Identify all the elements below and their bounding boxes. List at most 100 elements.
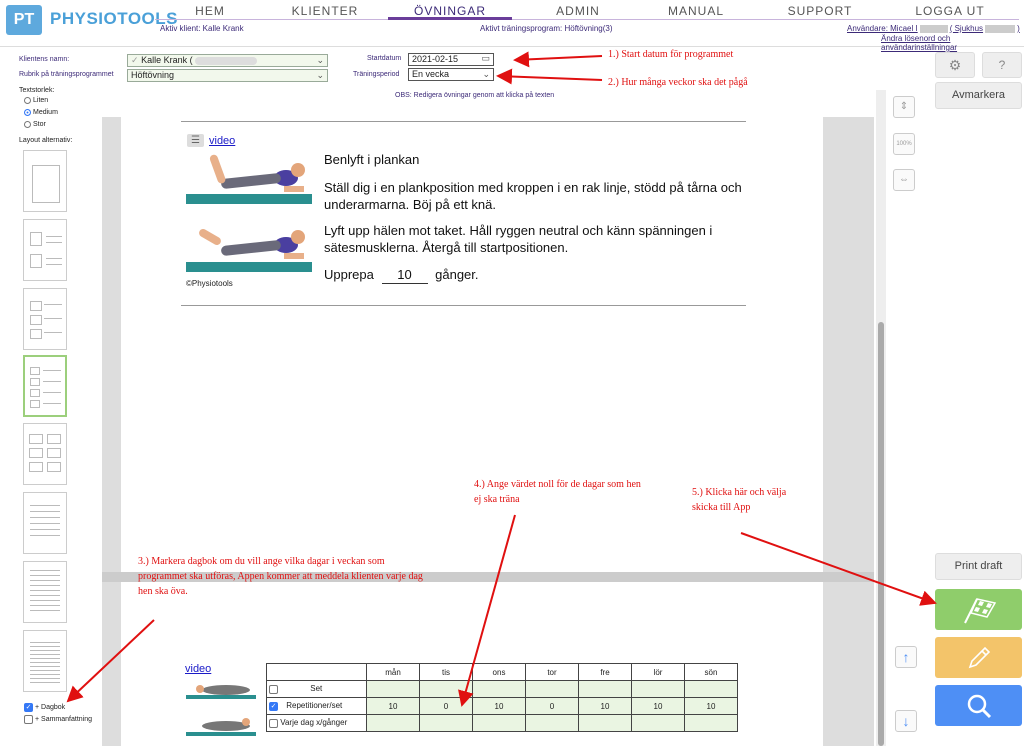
period-select[interactable]: En vecka ⌄	[408, 68, 494, 81]
layout-option-2[interactable]	[23, 219, 67, 281]
table-corner	[266, 663, 367, 681]
checkbox-icon[interactable]	[269, 684, 278, 694]
calendar-icon[interactable]: ▭	[481, 53, 490, 64]
row-label: Set	[310, 684, 323, 694]
nav-logga-ut[interactable]: LOGGA UT	[890, 4, 1010, 18]
client-name-value: Kalle Krank (	[141, 55, 193, 65]
table-cell[interactable]: 10	[684, 697, 738, 715]
divider	[181, 305, 746, 306]
layout-option-3[interactable]	[23, 288, 67, 350]
edit-button[interactable]	[935, 637, 1022, 678]
print-draft-button[interactable]: Print draft	[935, 553, 1022, 580]
row-label-cell: ✓ Repetitioner/set	[266, 697, 367, 715]
textsize-liten-label: Liten	[33, 97, 49, 104]
start-date-input[interactable]: 2021-02-15 ▭	[408, 53, 494, 66]
table-cell[interactable]	[366, 680, 420, 698]
nav-hem[interactable]: HEM	[150, 4, 270, 18]
checkbox-checked-icon[interactable]: ✓	[269, 701, 278, 711]
nav-manual[interactable]: MANUAL	[636, 4, 756, 18]
table-cell[interactable]: 10	[472, 697, 526, 715]
exercise-instruction-1[interactable]: Ställ dig i en plankposition med kroppen…	[324, 179, 744, 213]
nav-admin[interactable]: ADMIN	[518, 4, 638, 18]
table-cell[interactable]: 10	[578, 697, 632, 715]
table-cell[interactable]	[631, 680, 685, 698]
textsize-liten[interactable]: Liten	[24, 97, 48, 104]
start-date-value: 2021-02-15	[412, 54, 459, 64]
video-link-2[interactable]: video	[185, 663, 211, 675]
redacted-block	[919, 24, 948, 33]
scrollbar-thumb[interactable]	[878, 322, 884, 746]
layout-option-5[interactable]	[23, 423, 67, 485]
day-header: lör	[631, 663, 685, 681]
table-cell[interactable]	[525, 680, 579, 698]
table-cell[interactable]: 10	[366, 697, 420, 715]
table-cell[interactable]	[366, 714, 420, 732]
menu-icon[interactable]: ☰	[187, 134, 204, 147]
layout-option-7[interactable]	[23, 561, 67, 623]
repeat-prefix: Upprepa	[324, 267, 374, 282]
table-cell[interactable]	[419, 714, 473, 732]
fit-width-icon[interactable]: ⇔	[893, 169, 915, 191]
send-to-app-button[interactable]	[935, 589, 1022, 630]
layout-option-1[interactable]	[23, 150, 67, 212]
day-header: mån	[366, 663, 420, 681]
repeat-suffix: gånger.	[435, 267, 479, 282]
checkbox-checked-icon[interactable]: ✓	[24, 703, 33, 712]
table-cell[interactable]: 0	[525, 697, 579, 715]
exercise-instruction-2[interactable]: Lyft upp hälen mot taket. Håll ryggen ne…	[324, 222, 744, 256]
layout-option-6[interactable]	[23, 492, 67, 554]
gear-icon[interactable]: ⚙	[935, 52, 975, 78]
radio-icon[interactable]	[24, 97, 31, 104]
user-unit: ( Sjukhus	[949, 24, 984, 33]
repeat-input[interactable]: 10	[381, 266, 428, 284]
checkbox-icon[interactable]	[24, 715, 33, 724]
exercise-image-2	[186, 215, 312, 273]
search-button[interactable]	[935, 685, 1022, 726]
dagbok-option[interactable]: ✓ + Dagbok	[24, 703, 65, 712]
layout-option-8[interactable]	[23, 630, 67, 692]
row-label: Varje dag x/gånger	[280, 718, 348, 728]
zoom-100-button[interactable]: 100%	[893, 133, 915, 155]
table-cell[interactable]	[419, 680, 473, 698]
nav-ovningar[interactable]: ÖVNINGAR	[390, 4, 510, 18]
layout-option-4[interactable]	[23, 355, 67, 417]
logo-mark[interactable]: PT	[6, 5, 42, 35]
exercise-title[interactable]: Benlyft i plankan	[324, 151, 419, 168]
top-header: PT PHYSIOTOOLS HEM KLIENTER ÖVNINGAR ADM…	[0, 0, 1024, 52]
nav-support[interactable]: SUPPORT	[760, 4, 880, 18]
table-cell[interactable]	[631, 714, 685, 732]
annotation-1: 1.) Start datum för programmet	[608, 49, 734, 60]
program-title-select[interactable]: Höftövning ⌄	[127, 69, 328, 82]
table-cell[interactable]: 0	[419, 697, 473, 715]
fit-height-icon[interactable]: ⇕	[893, 96, 915, 118]
help-icon[interactable]: ?	[982, 52, 1022, 78]
redacted-block	[195, 56, 258, 65]
table-cell[interactable]	[578, 714, 632, 732]
textsize-medium[interactable]: Medium	[24, 109, 58, 116]
table-cell[interactable]	[578, 680, 632, 698]
table-cell[interactable]: 10	[631, 697, 685, 715]
avmarkera-button[interactable]: Avmarkera	[935, 82, 1022, 109]
radio-icon[interactable]	[24, 109, 31, 116]
video-link[interactable]: video	[209, 135, 235, 147]
table-cell[interactable]	[472, 714, 526, 732]
textsize-stor[interactable]: Stor	[24, 121, 46, 128]
repeat-line: Upprepa 10 gånger.	[324, 266, 479, 284]
arrow-down-icon[interactable]: ↓	[895, 710, 917, 732]
settings-link[interactable]: Ändra lösenord och användarinställningar	[881, 34, 1024, 52]
table-cell[interactable]	[684, 714, 738, 732]
client-name-select[interactable]: ✓ Kalle Krank ( ⌄	[127, 54, 328, 67]
checkbox-icon[interactable]	[269, 718, 278, 728]
checkered-flag-icon	[963, 597, 996, 623]
table-cell[interactable]	[684, 680, 738, 698]
table-cell[interactable]	[472, 680, 526, 698]
arrow-up-icon[interactable]: ↑	[895, 646, 917, 668]
user-link[interactable]: Användare: Micael I( Sjukhus)	[847, 24, 1020, 33]
radio-icon[interactable]	[24, 121, 31, 128]
sammanfattning-option[interactable]: + Sammanfattning	[24, 715, 92, 724]
day-header: sön	[684, 663, 738, 681]
annotation-4: 4.) Ange värdet noll för de dagar som he…	[474, 479, 641, 505]
row-label-cell: Varje dag x/gånger	[266, 714, 367, 732]
nav-klienter[interactable]: KLIENTER	[265, 4, 385, 18]
table-cell[interactable]	[525, 714, 579, 732]
